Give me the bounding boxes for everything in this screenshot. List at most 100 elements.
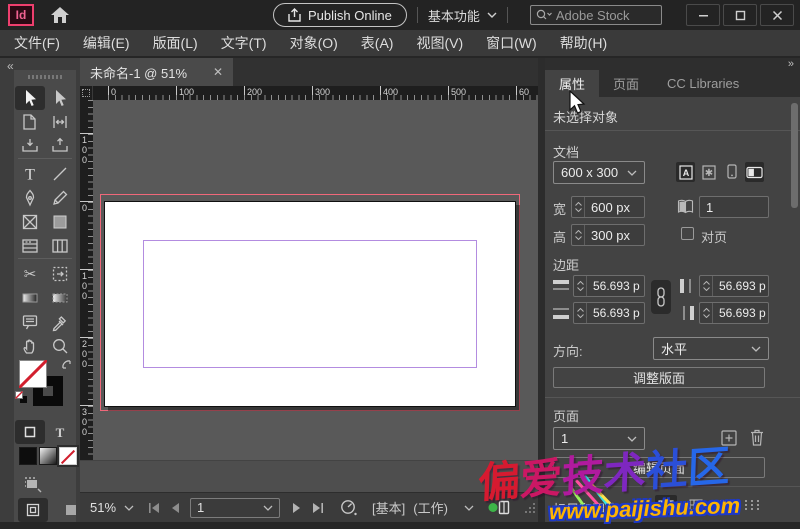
- vertical-grid-tool-icon[interactable]: [45, 234, 75, 258]
- tab-properties[interactable]: 属性: [545, 70, 599, 97]
- orientation-landscape-icon[interactable]: [745, 162, 764, 182]
- panel-collapse-icon[interactable]: »: [788, 58, 794, 70]
- menu-edit[interactable]: 编辑(E): [83, 33, 130, 53]
- page-tool-icon[interactable]: [15, 110, 45, 134]
- vertical-ruler[interactable]: 1 0 001 0 02 0 03 0 0: [80, 100, 93, 460]
- edit-page-button[interactable]: 编辑页面: [553, 457, 765, 478]
- view-options-icon[interactable]: [22, 474, 44, 499]
- panel-scrollbar[interactable]: [791, 103, 798, 208]
- menu-layout[interactable]: 版面(L): [153, 33, 198, 53]
- preset-chevron-icon[interactable]: [464, 505, 474, 511]
- menu-type[interactable]: 文字(T): [221, 33, 267, 53]
- collapse-dock-icon[interactable]: «: [7, 59, 12, 73]
- apply-gradient-button[interactable]: [39, 447, 57, 465]
- frame-tool-icon[interactable]: [15, 210, 45, 234]
- workspace-switcher[interactable]: 基本功能: [428, 6, 497, 25]
- minimize-button[interactable]: [686, 4, 720, 26]
- content-placer-tool-icon[interactable]: [45, 134, 75, 158]
- gradient-feather-tool-icon[interactable]: [45, 286, 75, 310]
- direction-dropdown[interactable]: 水平: [653, 337, 769, 360]
- scissors-tool-icon[interactable]: ✂: [15, 262, 45, 286]
- stock-search-box[interactable]: [530, 5, 662, 25]
- current-page-dropdown[interactable]: 1: [553, 427, 645, 450]
- gradient-tool-icon[interactable]: [15, 286, 45, 310]
- adjust-layout-button[interactable]: 调整版面: [553, 367, 765, 388]
- orientation-portrait-icon[interactable]: [722, 162, 741, 182]
- ruler-origin-corner[interactable]: [80, 86, 93, 100]
- toolbar-drag-handle-icon[interactable]: [28, 75, 62, 79]
- margin-bottom-field[interactable]: 56.693 p: [573, 302, 645, 324]
- menu-help[interactable]: 帮助(H): [560, 33, 607, 53]
- tab-cc-libraries[interactable]: CC Libraries: [653, 70, 753, 97]
- margin-left-field[interactable]: 56.693 p: [699, 275, 769, 297]
- next-page-icon[interactable]: [292, 503, 301, 513]
- gap-tool-icon[interactable]: [45, 110, 75, 134]
- ruler-toggle-icon[interactable]: [655, 495, 677, 515]
- horizontal-ruler[interactable]: 010020030040050060: [93, 86, 538, 100]
- width-field[interactable]: 600 px: [571, 196, 645, 218]
- document-tab[interactable]: 未命名-1 @ 51% ✕: [80, 58, 233, 86]
- link-margins-icon[interactable]: [651, 280, 671, 314]
- close-button[interactable]: [760, 4, 794, 26]
- zoom-chevron-icon[interactable]: [124, 505, 134, 511]
- fill-swatch-none[interactable]: [19, 360, 47, 388]
- swap-fill-stroke-icon[interactable]: [60, 358, 73, 376]
- baseline-grid-toggle-icon[interactable]: [713, 495, 735, 515]
- workspace-preset-label[interactable]: [基本]: [372, 498, 405, 517]
- intent-web-icon[interactable]: ✱: [699, 162, 718, 182]
- height-stepper[interactable]: [572, 225, 585, 245]
- maximize-button[interactable]: [723, 4, 757, 26]
- hand-tool-icon[interactable]: [15, 334, 45, 358]
- intent-print-icon[interactable]: A: [676, 162, 695, 182]
- type-tool-icon[interactable]: T: [15, 162, 45, 186]
- search-input[interactable]: [556, 8, 648, 23]
- preflight-ok-icon[interactable]: [488, 500, 510, 515]
- note-tool-icon[interactable]: [15, 310, 45, 334]
- menu-file[interactable]: 文件(F): [14, 33, 60, 53]
- profile-label[interactable]: (工作): [413, 498, 448, 517]
- apply-none-button[interactable]: [59, 447, 77, 465]
- rectangle-tool-icon[interactable]: [45, 210, 75, 234]
- publish-online-button[interactable]: Publish Online: [273, 3, 407, 27]
- width-stepper[interactable]: [572, 197, 585, 217]
- screen-mode-normal-button[interactable]: [18, 498, 48, 522]
- margin-left-stepper[interactable]: [700, 276, 713, 296]
- height-field[interactable]: 300 px: [571, 224, 645, 246]
- facing-pages-checkbox[interactable]: [681, 227, 694, 240]
- margin-bottom-stepper[interactable]: [574, 303, 587, 323]
- last-page-icon[interactable]: [311, 503, 324, 513]
- document-page[interactable]: [104, 201, 516, 407]
- selection-tool-icon[interactable]: [15, 86, 45, 110]
- resize-grip-icon[interactable]: [524, 502, 536, 514]
- eyedropper-tool-icon[interactable]: [45, 310, 75, 334]
- menu-object[interactable]: 对象(O): [290, 33, 338, 53]
- pasteboard[interactable]: [93, 100, 538, 460]
- horizontal-grid-tool-icon[interactable]: [15, 234, 45, 258]
- tab-pages[interactable]: 页面: [599, 70, 653, 97]
- pages-count-field[interactable]: 1: [699, 196, 769, 218]
- formatting-affects-text-button[interactable]: T: [45, 420, 75, 444]
- horizontal-scrollbar-track[interactable]: [80, 460, 538, 492]
- grid-toggle-icon[interactable]: [685, 495, 707, 515]
- free-transform-tool-icon[interactable]: [45, 262, 75, 286]
- page-size-dropdown[interactable]: 600 x 300: [553, 161, 645, 184]
- default-fill-stroke-icon[interactable]: [15, 391, 28, 409]
- menu-table[interactable]: 表(A): [361, 33, 394, 53]
- indesign-app-icon[interactable]: Id: [8, 4, 34, 26]
- margin-top-stepper[interactable]: [574, 276, 587, 296]
- pen-tool-icon[interactable]: [15, 186, 45, 210]
- menu-window[interactable]: 窗口(W): [486, 33, 537, 53]
- zoom-level[interactable]: 51%: [90, 500, 116, 515]
- apply-color-button[interactable]: [19, 447, 37, 465]
- content-collector-tool-icon[interactable]: [15, 134, 45, 158]
- preflight-gauge-icon[interactable]: [340, 499, 358, 517]
- pencil-tool-icon[interactable]: [45, 186, 75, 210]
- formatting-affects-container-button[interactable]: [15, 420, 45, 444]
- margin-right-field[interactable]: 56.693 p: [699, 302, 769, 324]
- first-page-icon[interactable]: [148, 503, 161, 513]
- menu-view[interactable]: 视图(V): [416, 33, 463, 53]
- guides-toggle-icon[interactable]: [741, 495, 763, 515]
- add-page-icon[interactable]: [721, 430, 737, 446]
- page-number-dropdown[interactable]: 1: [190, 498, 280, 518]
- line-tool-icon[interactable]: [45, 162, 75, 186]
